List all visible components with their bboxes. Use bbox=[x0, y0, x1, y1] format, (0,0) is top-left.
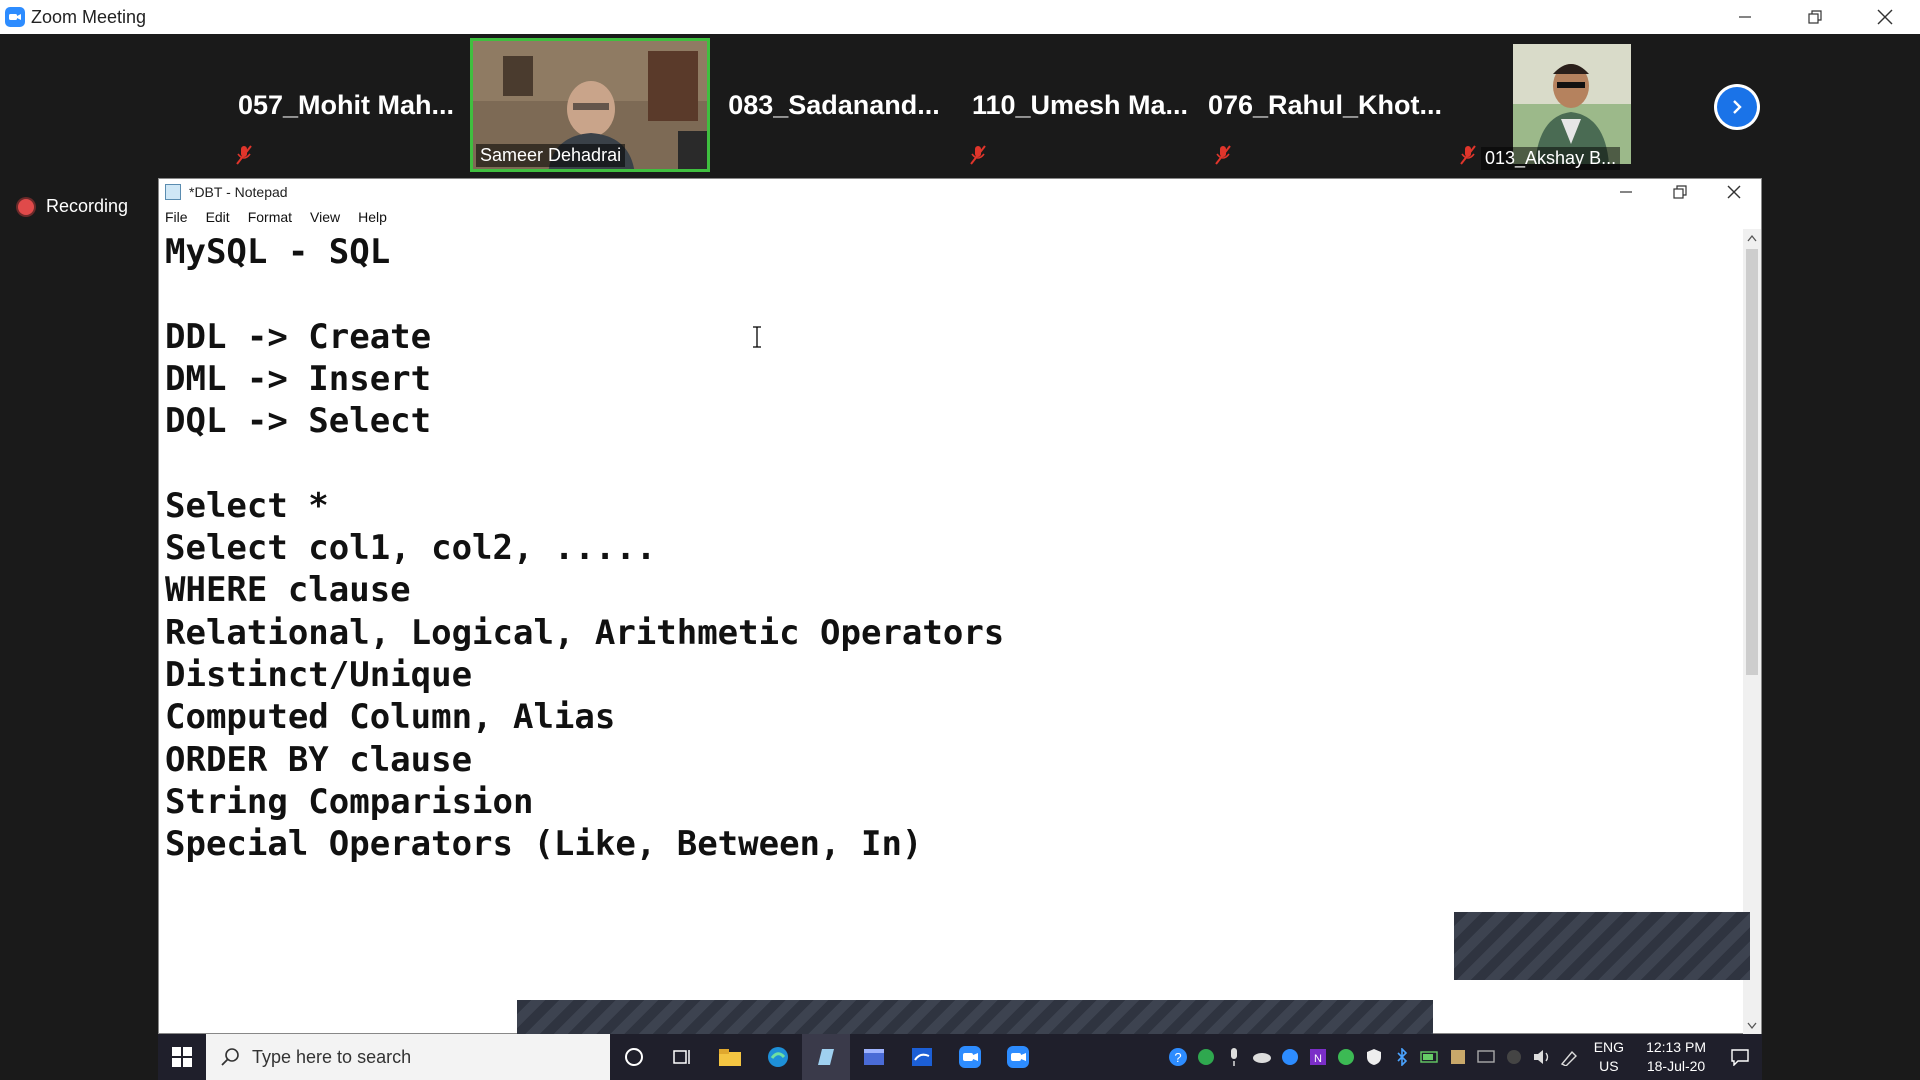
participant-tile[interactable]: 083_Sadanand... bbox=[714, 38, 954, 172]
menu-file[interactable]: File bbox=[165, 209, 188, 225]
recording-dot-icon bbox=[18, 198, 34, 215]
notepad-icon bbox=[165, 184, 181, 200]
recording-indicator[interactable]: Recording bbox=[18, 196, 128, 217]
zoom-titlebar: Zoom Meeting bbox=[0, 0, 1920, 34]
volume-icon[interactable] bbox=[1531, 1046, 1553, 1068]
muted-mic-icon bbox=[1460, 145, 1476, 165]
zoom-app-icon[interactable] bbox=[946, 1034, 994, 1080]
zoom-tray-icon[interactable] bbox=[1279, 1046, 1301, 1068]
notepad-content: MySQL - SQL DDL -> Create DML -> Insert … bbox=[165, 232, 1005, 865]
recording-label: Recording bbox=[46, 196, 129, 216]
chevron-right-icon bbox=[1717, 87, 1757, 127]
taskbar: Type here to search ? N ENG US 12:13 PM … bbox=[158, 1034, 1762, 1080]
menu-help[interactable]: Help bbox=[358, 209, 387, 225]
ink-icon[interactable] bbox=[1503, 1046, 1525, 1068]
notepad-taskbar-icon[interactable] bbox=[802, 1034, 850, 1080]
next-page-button[interactable] bbox=[1714, 84, 1760, 130]
task-view-icon[interactable] bbox=[658, 1034, 706, 1080]
system-tray: ? N ENG US 12:13 PM 18-Jul-20 bbox=[1164, 1034, 1762, 1080]
search-placeholder: Type here to search bbox=[252, 1046, 412, 1067]
redacted-overlay bbox=[517, 1000, 1433, 1034]
notepad-title: *DBT - Notepad bbox=[189, 184, 288, 200]
participant-name: 013_Akshay B... bbox=[1481, 147, 1621, 170]
participant-tile[interactable]: 076_Rahul_Khot... bbox=[1205, 38, 1445, 172]
participant-photo bbox=[1513, 44, 1631, 164]
windows-start-button[interactable] bbox=[158, 1034, 206, 1080]
participant-tile[interactable]: 013_Akshay B... bbox=[1450, 38, 1690, 172]
restore-button[interactable] bbox=[1780, 0, 1850, 34]
cloud-drive-icon[interactable] bbox=[1251, 1046, 1273, 1068]
svg-text:?: ? bbox=[1174, 1050, 1181, 1065]
participant-strip: 057_Mohit Mah... Sameer Dehadrai 083_Sad… bbox=[0, 34, 1920, 176]
clock-date: 18-Jul-20 bbox=[1646, 1058, 1706, 1074]
clock-time: 12:13 PM bbox=[1646, 1039, 1706, 1055]
window-title: Zoom Meeting bbox=[31, 6, 147, 27]
help-icon[interactable]: ? bbox=[1167, 1046, 1189, 1068]
bluetooth-icon[interactable] bbox=[1391, 1046, 1413, 1068]
scroll-down-icon[interactable] bbox=[1743, 1017, 1761, 1035]
muted-mic-icon bbox=[236, 145, 252, 165]
notepad-menubar: File Edit Format View Help bbox=[159, 205, 1761, 229]
cortana-icon[interactable] bbox=[610, 1034, 658, 1080]
edge-browser-icon[interactable] bbox=[754, 1034, 802, 1080]
microphone-icon[interactable] bbox=[1223, 1046, 1245, 1068]
battery-icon[interactable] bbox=[1419, 1046, 1441, 1068]
whiteboard-icon[interactable] bbox=[898, 1034, 946, 1080]
participant-name: 110_Umesh Ma... bbox=[971, 90, 1189, 120]
notepad-minimize-button[interactable] bbox=[1599, 179, 1653, 205]
language-code: ENG bbox=[1593, 1039, 1625, 1055]
muted-mic-icon bbox=[1215, 145, 1231, 165]
minimize-button[interactable] bbox=[1710, 0, 1780, 34]
device-icon[interactable] bbox=[1447, 1046, 1469, 1068]
active-speaker-tile[interactable]: Sameer Dehadrai bbox=[470, 38, 710, 172]
scroll-up-icon[interactable] bbox=[1743, 229, 1761, 247]
notepad-close-button[interactable] bbox=[1707, 179, 1761, 205]
participant-name: 083_Sadanand... bbox=[728, 90, 940, 120]
notepad-titlebar: *DBT - Notepad bbox=[159, 179, 1761, 205]
globe-icon[interactable] bbox=[1335, 1046, 1357, 1068]
scrollbar-thumb[interactable] bbox=[1746, 249, 1758, 675]
search-icon bbox=[221, 1048, 239, 1066]
menu-edit[interactable]: Edit bbox=[206, 209, 230, 225]
muted-mic-icon bbox=[970, 145, 986, 165]
notification-center-icon[interactable] bbox=[1718, 1034, 1762, 1080]
menu-format[interactable]: Format bbox=[248, 209, 292, 225]
zoom-meeting-icon[interactable] bbox=[994, 1034, 1042, 1080]
participant-tile[interactable]: 057_Mohit Mah... bbox=[226, 38, 466, 172]
participant-name: 057_Mohit Mah... bbox=[237, 90, 455, 120]
pen-icon[interactable] bbox=[1559, 1046, 1581, 1068]
redacted-overlay bbox=[1454, 912, 1750, 980]
file-explorer-icon[interactable] bbox=[706, 1034, 754, 1080]
security-check-icon[interactable] bbox=[1195, 1046, 1217, 1068]
taskbar-search-box[interactable]: Type here to search bbox=[206, 1034, 610, 1080]
notepad-maximize-button[interactable] bbox=[1653, 179, 1707, 205]
onenote-icon[interactable]: N bbox=[1307, 1046, 1329, 1068]
menu-view[interactable]: View bbox=[310, 209, 340, 225]
svg-text:N: N bbox=[1314, 1053, 1322, 1065]
keyboard-layout: US bbox=[1599, 1058, 1619, 1074]
participant-name: 076_Rahul_Khot... bbox=[1207, 90, 1443, 120]
language-indicator[interactable]: ENG US bbox=[1594, 1038, 1624, 1076]
close-button[interactable] bbox=[1850, 0, 1920, 34]
shield-icon[interactable] bbox=[1363, 1046, 1385, 1068]
notepad-window: *DBT - Notepad File Edit Format View Hel… bbox=[158, 178, 1762, 1035]
participant-tile[interactable]: 110_Umesh Ma... bbox=[960, 38, 1200, 172]
display-icon[interactable] bbox=[1475, 1046, 1497, 1068]
taskbar-clock[interactable]: 12:13 PM 18-Jul-20 bbox=[1646, 1038, 1706, 1076]
zoom-logo-icon bbox=[5, 7, 25, 27]
participant-name: Sameer Dehadrai bbox=[476, 144, 626, 167]
text-cursor-icon bbox=[753, 326, 761, 348]
app-window-icon[interactable] bbox=[850, 1034, 898, 1080]
